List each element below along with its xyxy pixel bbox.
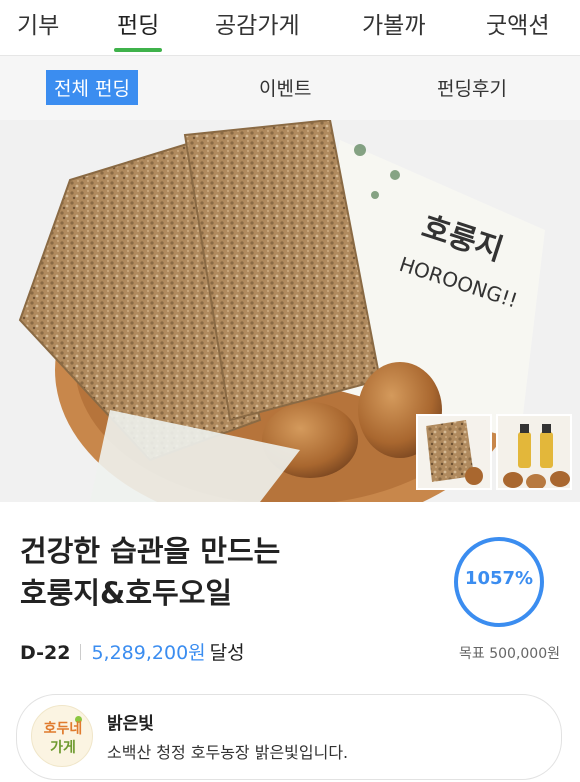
- thumbnail-crackers-image: [418, 416, 490, 488]
- funded-amount: 5,289,200원: [91, 642, 206, 664]
- tab-good-action[interactable]: 굿액션: [486, 6, 549, 40]
- seller-card[interactable]: 호두네 가게 밝은빛 소백산 청정 호두농장 밝은빛입니다.: [16, 694, 562, 780]
- tab-label: 기부: [17, 13, 60, 39]
- logo-text-line1: 호두네: [43, 721, 83, 737]
- tab-empathy-store[interactable]: 공감가게: [215, 6, 300, 40]
- tab-lets-go[interactable]: 가볼까: [362, 6, 425, 40]
- achieved-label: 달성: [209, 642, 245, 664]
- funding-meta: D-22 5,289,200원 달성: [20, 638, 245, 665]
- tab-label: 가볼까: [362, 13, 426, 39]
- sub-nav-tabs: 전체 펀딩 이벤트 펀딩후기: [0, 56, 580, 120]
- seller-description: 소백산 청정 호두농장 밝은빛입니다.: [107, 743, 349, 762]
- hero-illustration: 호룽지 HOROONG!!: [18, 120, 545, 502]
- subtab-all-funding[interactable]: 전체 펀딩: [46, 70, 138, 105]
- seller-logo: 호두네 가게: [31, 705, 93, 767]
- divider: [80, 644, 82, 660]
- progress-percent: 1057%: [464, 568, 534, 589]
- hero-product-image[interactable]: 호룽지 HOROONG!!: [0, 120, 580, 502]
- subtab-funding-reviews[interactable]: 펀딩후기: [437, 74, 507, 101]
- tab-label: 공감가게: [215, 13, 300, 39]
- thumbnail-crackers[interactable]: [416, 414, 492, 490]
- tab-donation[interactable]: 기부: [17, 6, 59, 40]
- thumbnail-walnut-oil-image: [498, 416, 570, 488]
- tab-label: 굿액션: [486, 13, 550, 39]
- seller-name: 밝은빛: [107, 714, 154, 734]
- tab-label: 펀딩: [117, 13, 160, 39]
- tab-funding[interactable]: 펀딩: [114, 6, 163, 52]
- thumbnail-walnut-oil[interactable]: [496, 414, 572, 490]
- d-day: D-22: [20, 642, 71, 664]
- goal-amount: 목표 500,000원: [459, 646, 560, 662]
- subtab-events[interactable]: 이벤트: [259, 74, 311, 101]
- active-tab-indicator: [114, 48, 163, 52]
- top-nav-tabs: 기부 펀딩 공감가게 가볼까 굿액션: [0, 0, 580, 56]
- logo-text-line2: 가게: [50, 740, 76, 756]
- project-title: 건강한 습관을 만드는 호룽지&호두오일: [20, 534, 281, 610]
